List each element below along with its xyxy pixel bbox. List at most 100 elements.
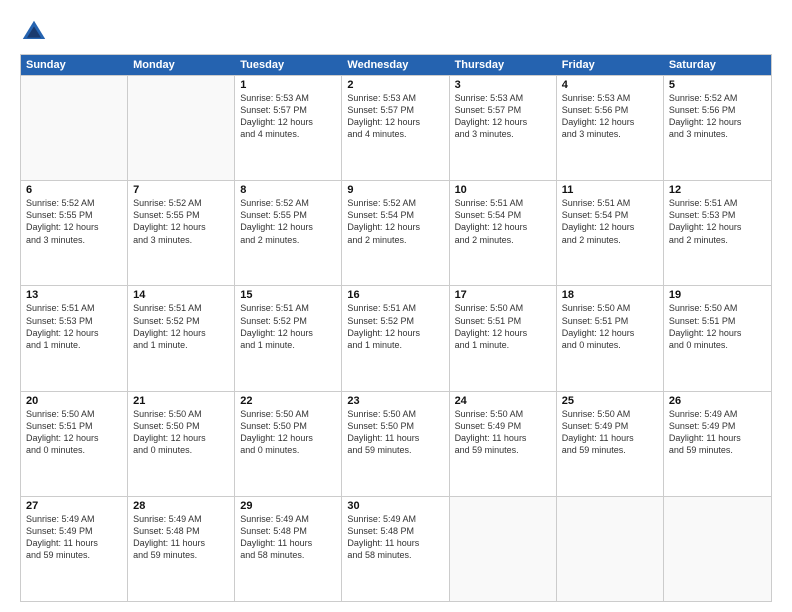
calendar-cell: 8Sunrise: 5:52 AM Sunset: 5:55 PM Daylig…	[235, 181, 342, 285]
calendar-cell: 14Sunrise: 5:51 AM Sunset: 5:52 PM Dayli…	[128, 286, 235, 390]
header-day-saturday: Saturday	[664, 55, 771, 75]
day-number: 15	[240, 289, 336, 301]
logo	[20, 18, 52, 46]
day-info: Sunrise: 5:50 AM Sunset: 5:51 PM Dayligh…	[669, 302, 766, 351]
calendar-cell: 17Sunrise: 5:50 AM Sunset: 5:51 PM Dayli…	[450, 286, 557, 390]
header-day-sunday: Sunday	[21, 55, 128, 75]
calendar-cell: 22Sunrise: 5:50 AM Sunset: 5:50 PM Dayli…	[235, 392, 342, 496]
calendar-cell: 7Sunrise: 5:52 AM Sunset: 5:55 PM Daylig…	[128, 181, 235, 285]
day-info: Sunrise: 5:52 AM Sunset: 5:54 PM Dayligh…	[347, 197, 443, 246]
calendar-cell: 23Sunrise: 5:50 AM Sunset: 5:50 PM Dayli…	[342, 392, 449, 496]
day-number: 26	[669, 395, 766, 407]
day-info: Sunrise: 5:52 AM Sunset: 5:55 PM Dayligh…	[133, 197, 229, 246]
calendar-cell: 28Sunrise: 5:49 AM Sunset: 5:48 PM Dayli…	[128, 497, 235, 601]
day-info: Sunrise: 5:50 AM Sunset: 5:51 PM Dayligh…	[562, 302, 658, 351]
calendar-cell: 20Sunrise: 5:50 AM Sunset: 5:51 PM Dayli…	[21, 392, 128, 496]
day-number: 22	[240, 395, 336, 407]
calendar-cell: 10Sunrise: 5:51 AM Sunset: 5:54 PM Dayli…	[450, 181, 557, 285]
calendar-cell: 26Sunrise: 5:49 AM Sunset: 5:49 PM Dayli…	[664, 392, 771, 496]
day-number: 9	[347, 184, 443, 196]
day-info: Sunrise: 5:50 AM Sunset: 5:50 PM Dayligh…	[240, 408, 336, 457]
day-number: 2	[347, 79, 443, 91]
day-info: Sunrise: 5:51 AM Sunset: 5:54 PM Dayligh…	[562, 197, 658, 246]
calendar-cell: 24Sunrise: 5:50 AM Sunset: 5:49 PM Dayli…	[450, 392, 557, 496]
day-info: Sunrise: 5:49 AM Sunset: 5:49 PM Dayligh…	[669, 408, 766, 457]
header-day-tuesday: Tuesday	[235, 55, 342, 75]
day-info: Sunrise: 5:53 AM Sunset: 5:56 PM Dayligh…	[562, 92, 658, 141]
day-info: Sunrise: 5:50 AM Sunset: 5:51 PM Dayligh…	[26, 408, 122, 457]
calendar-header: SundayMondayTuesdayWednesdayThursdayFrid…	[21, 55, 771, 75]
day-number: 21	[133, 395, 229, 407]
day-number: 24	[455, 395, 551, 407]
day-number: 30	[347, 500, 443, 512]
day-info: Sunrise: 5:53 AM Sunset: 5:57 PM Dayligh…	[347, 92, 443, 141]
calendar-cell: 9Sunrise: 5:52 AM Sunset: 5:54 PM Daylig…	[342, 181, 449, 285]
calendar-cell: 29Sunrise: 5:49 AM Sunset: 5:48 PM Dayli…	[235, 497, 342, 601]
calendar-cell: 25Sunrise: 5:50 AM Sunset: 5:49 PM Dayli…	[557, 392, 664, 496]
day-number: 12	[669, 184, 766, 196]
day-info: Sunrise: 5:51 AM Sunset: 5:52 PM Dayligh…	[240, 302, 336, 351]
day-info: Sunrise: 5:50 AM Sunset: 5:49 PM Dayligh…	[562, 408, 658, 457]
day-info: Sunrise: 5:51 AM Sunset: 5:53 PM Dayligh…	[669, 197, 766, 246]
day-number: 28	[133, 500, 229, 512]
day-number: 27	[26, 500, 122, 512]
day-info: Sunrise: 5:52 AM Sunset: 5:55 PM Dayligh…	[240, 197, 336, 246]
day-number: 14	[133, 289, 229, 301]
day-number: 6	[26, 184, 122, 196]
day-info: Sunrise: 5:50 AM Sunset: 5:50 PM Dayligh…	[347, 408, 443, 457]
day-number: 4	[562, 79, 658, 91]
day-number: 20	[26, 395, 122, 407]
calendar-week-4: 20Sunrise: 5:50 AM Sunset: 5:51 PM Dayli…	[21, 391, 771, 496]
day-info: Sunrise: 5:49 AM Sunset: 5:49 PM Dayligh…	[26, 513, 122, 562]
calendar-cell: 3Sunrise: 5:53 AM Sunset: 5:57 PM Daylig…	[450, 76, 557, 180]
calendar-cell: 16Sunrise: 5:51 AM Sunset: 5:52 PM Dayli…	[342, 286, 449, 390]
day-number: 7	[133, 184, 229, 196]
day-number: 25	[562, 395, 658, 407]
calendar-cell	[450, 497, 557, 601]
day-info: Sunrise: 5:50 AM Sunset: 5:50 PM Dayligh…	[133, 408, 229, 457]
day-number: 8	[240, 184, 336, 196]
calendar-cell: 1Sunrise: 5:53 AM Sunset: 5:57 PM Daylig…	[235, 76, 342, 180]
calendar-cell	[557, 497, 664, 601]
calendar-cell: 13Sunrise: 5:51 AM Sunset: 5:53 PM Dayli…	[21, 286, 128, 390]
day-info: Sunrise: 5:49 AM Sunset: 5:48 PM Dayligh…	[133, 513, 229, 562]
calendar-week-2: 6Sunrise: 5:52 AM Sunset: 5:55 PM Daylig…	[21, 180, 771, 285]
header-day-wednesday: Wednesday	[342, 55, 449, 75]
calendar-cell	[21, 76, 128, 180]
header-day-friday: Friday	[557, 55, 664, 75]
day-info: Sunrise: 5:50 AM Sunset: 5:49 PM Dayligh…	[455, 408, 551, 457]
calendar-cell: 5Sunrise: 5:52 AM Sunset: 5:56 PM Daylig…	[664, 76, 771, 180]
day-number: 13	[26, 289, 122, 301]
day-number: 17	[455, 289, 551, 301]
calendar-week-1: 1Sunrise: 5:53 AM Sunset: 5:57 PM Daylig…	[21, 75, 771, 180]
day-info: Sunrise: 5:53 AM Sunset: 5:57 PM Dayligh…	[455, 92, 551, 141]
calendar-cell: 27Sunrise: 5:49 AM Sunset: 5:49 PM Dayli…	[21, 497, 128, 601]
calendar-week-3: 13Sunrise: 5:51 AM Sunset: 5:53 PM Dayli…	[21, 285, 771, 390]
day-number: 18	[562, 289, 658, 301]
calendar-cell: 6Sunrise: 5:52 AM Sunset: 5:55 PM Daylig…	[21, 181, 128, 285]
day-info: Sunrise: 5:50 AM Sunset: 5:51 PM Dayligh…	[455, 302, 551, 351]
calendar: SundayMondayTuesdayWednesdayThursdayFrid…	[20, 54, 772, 602]
day-info: Sunrise: 5:51 AM Sunset: 5:52 PM Dayligh…	[133, 302, 229, 351]
header-day-thursday: Thursday	[450, 55, 557, 75]
day-info: Sunrise: 5:49 AM Sunset: 5:48 PM Dayligh…	[240, 513, 336, 562]
calendar-cell: 11Sunrise: 5:51 AM Sunset: 5:54 PM Dayli…	[557, 181, 664, 285]
day-number: 11	[562, 184, 658, 196]
calendar-body: 1Sunrise: 5:53 AM Sunset: 5:57 PM Daylig…	[21, 75, 771, 601]
day-number: 16	[347, 289, 443, 301]
day-number: 19	[669, 289, 766, 301]
calendar-cell	[128, 76, 235, 180]
calendar-cell	[664, 497, 771, 601]
header	[20, 18, 772, 46]
day-info: Sunrise: 5:51 AM Sunset: 5:54 PM Dayligh…	[455, 197, 551, 246]
header-day-monday: Monday	[128, 55, 235, 75]
calendar-cell: 19Sunrise: 5:50 AM Sunset: 5:51 PM Dayli…	[664, 286, 771, 390]
day-info: Sunrise: 5:53 AM Sunset: 5:57 PM Dayligh…	[240, 92, 336, 141]
day-info: Sunrise: 5:52 AM Sunset: 5:56 PM Dayligh…	[669, 92, 766, 141]
day-number: 3	[455, 79, 551, 91]
calendar-cell: 15Sunrise: 5:51 AM Sunset: 5:52 PM Dayli…	[235, 286, 342, 390]
day-info: Sunrise: 5:52 AM Sunset: 5:55 PM Dayligh…	[26, 197, 122, 246]
calendar-cell: 2Sunrise: 5:53 AM Sunset: 5:57 PM Daylig…	[342, 76, 449, 180]
calendar-cell: 4Sunrise: 5:53 AM Sunset: 5:56 PM Daylig…	[557, 76, 664, 180]
day-number: 5	[669, 79, 766, 91]
